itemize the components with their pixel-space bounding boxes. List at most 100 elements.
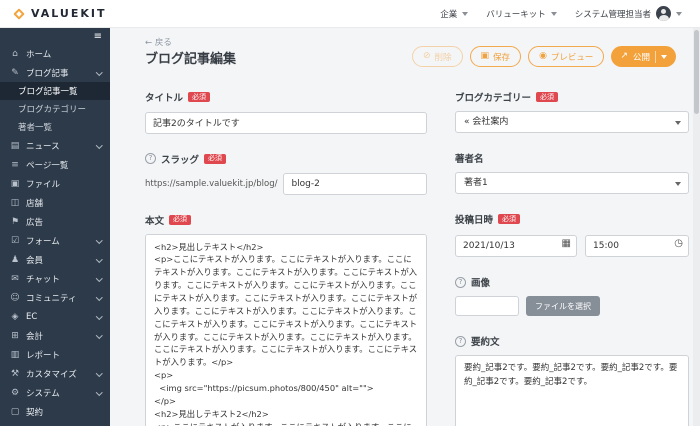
home-icon: ⌂ [9, 49, 21, 59]
sidebar-item-customize[interactable]: ⚒ カスタマイズ [0, 364, 110, 383]
header-menus: 企業 バリューキット システム管理担当者 [440, 6, 700, 21]
body-textarea[interactable]: <h2>見出しテキスト</h2> <p>ここにテキストが入ります。ここにテキスト… [145, 234, 427, 426]
author-select[interactable]: 著者1 [455, 172, 689, 194]
form-icon: ☑ [9, 236, 21, 246]
logo[interactable]: VALUEKIT [0, 7, 106, 20]
sidebar-item-members[interactable]: ♟ 会員 [0, 250, 110, 269]
sidebar-item-label: 広告 [26, 216, 43, 228]
publish-button[interactable]: ↗ 公開 [611, 46, 676, 67]
logo-text: VALUEKIT [31, 7, 106, 20]
preview-label: プレビュー [551, 51, 594, 63]
sidebar-item-blog-category[interactable]: ブログカテゴリー [0, 100, 110, 118]
sidebar-collapse-icon[interactable]: ≡ [94, 32, 102, 42]
chevron-icon [96, 256, 102, 262]
slug-label: スラッグ [161, 152, 199, 166]
product-menu[interactable]: バリューキット [486, 8, 557, 20]
required-badge: 必須 [169, 215, 191, 225]
scrollbar-thumb[interactable] [694, 30, 699, 114]
system-icon: ⚙ [9, 388, 21, 398]
form-right-column: ブログカテゴリー 必須 « 会社案内 著者名 著者1 [455, 90, 689, 426]
category-field: ブログカテゴリー 必須 « 会社案内 [455, 90, 689, 133]
save-icon: ▣ [481, 52, 490, 61]
sidebar-item-blog-list[interactable]: ブログ記事一覧 [0, 82, 110, 100]
company-menu[interactable]: 企業 [440, 8, 468, 20]
sidebar-item-label: コミュニティ [26, 292, 77, 304]
user-menu[interactable]: システム管理担当者 [575, 6, 682, 21]
member-icon: ♟ [9, 255, 21, 265]
delete-button[interactable]: ⊘ 削除 [412, 46, 463, 67]
sidebar-item-label: レポート [26, 349, 60, 361]
pages-icon: ≡ [9, 160, 21, 170]
sidebar-item-label: システム [26, 387, 60, 399]
sidebar-item-label: EC [26, 312, 37, 322]
back-arrow-icon: ← [145, 38, 152, 48]
slug-input[interactable] [283, 173, 427, 195]
help-icon[interactable]: ? [455, 336, 466, 347]
sidebar-item-files[interactable]: ▣ ファイル [0, 174, 110, 193]
sidebar-item-accounting[interactable]: ⊞ 会計 [0, 326, 110, 345]
required-badge: 必須 [536, 92, 558, 102]
sidebar-item-label: ファイル [26, 178, 60, 190]
date-input[interactable] [455, 235, 577, 257]
image-file-input[interactable] [455, 296, 519, 316]
sidebar-item-contract[interactable]: ▢ 契約 [0, 402, 110, 421]
required-badge: 必須 [204, 154, 226, 164]
clock-icon[interactable]: ◷ [674, 237, 683, 251]
file-select-button[interactable]: ファイルを選択 [526, 296, 600, 316]
sidebar: ≡ ⌂ ホーム ✎ ブログ記事 ブログ記事一覧 ブログカテゴリー 著者一覧 ▤ … [0, 28, 110, 426]
title-input[interactable] [145, 112, 427, 134]
sidebar-item-pages[interactable]: ≡ ページ一覧 [0, 155, 110, 174]
page-scrollbar[interactable] [693, 28, 700, 426]
sidebar-item-reports[interactable]: ▥ レポート [0, 345, 110, 364]
save-button[interactable]: ▣ 保存 [470, 46, 522, 67]
summary-label: 要約文 [471, 334, 500, 348]
customize-icon: ⚒ [9, 369, 21, 379]
sidebar-item-label: 契約 [26, 406, 43, 418]
preview-button[interactable]: ◉ プレビュー [528, 46, 604, 67]
title-label: タイトル [145, 90, 183, 104]
chevron-icon [96, 332, 102, 338]
page-title: ブログ記事編集 [145, 48, 236, 67]
category-selected-value: « 会社案内 [464, 117, 508, 127]
publish-dropdown-icon[interactable] [661, 55, 667, 59]
ad-icon: ⚑ [9, 217, 21, 227]
sidebar-item-home[interactable]: ⌂ ホーム [0, 44, 110, 63]
required-badge: 必須 [498, 214, 520, 224]
help-icon[interactable]: ? [145, 153, 156, 164]
preview-icon: ◉ [539, 52, 547, 61]
sidebar-item-label: 会員 [26, 254, 43, 266]
delete-label: 削除 [435, 51, 452, 63]
datetime-field: 投稿日時 必須 ▦ ◷ [455, 212, 689, 257]
sidebar-item-label: 店舗 [26, 197, 43, 209]
top-header: VALUEKIT 企業 バリューキット システム管理担当者 [0, 0, 700, 28]
body-label: 本文 [145, 213, 164, 227]
sidebar-item-author-list[interactable]: 著者一覧 [0, 118, 110, 136]
image-field: ? 画像 ファイルを選択 [455, 275, 689, 316]
summary-textarea[interactable]: 要約_記事2です。要約_記事2です。要約_記事2です。要約_記事2です。要約_記… [455, 355, 689, 426]
sidebar-item-blog[interactable]: ✎ ブログ記事 [0, 63, 110, 82]
author-label: 著者名 [455, 151, 484, 165]
sidebar-item-community[interactable]: ☺ コミュニティ [0, 288, 110, 307]
sidebar-item-chat[interactable]: ✉ チャット [0, 269, 110, 288]
category-label: ブログカテゴリー [455, 90, 531, 104]
chevron-icon [96, 69, 102, 75]
image-label: 画像 [471, 275, 490, 289]
sidebar-item-stores[interactable]: ◫ 店舗 [0, 193, 110, 212]
category-select[interactable]: « 会社案内 [455, 111, 689, 133]
calendar-icon[interactable]: ▦ [562, 237, 571, 251]
product-menu-label: バリューキット [486, 8, 546, 20]
ec-icon: ◈ [9, 312, 21, 322]
contract-icon: ▢ [9, 407, 21, 417]
chevron-down-icon [676, 12, 682, 16]
chevron-icon [96, 275, 102, 281]
sidebar-item-ec[interactable]: ◈ EC [0, 307, 110, 326]
avatar [656, 6, 671, 21]
sidebar-item-forms[interactable]: ☑ フォーム [0, 231, 110, 250]
sidebar-item-label: カスタマイズ [26, 368, 77, 380]
help-icon[interactable]: ? [455, 277, 466, 288]
sidebar-item-news[interactable]: ▤ ニュース [0, 136, 110, 155]
back-link[interactable]: ← 戻る [145, 36, 172, 48]
store-icon: ◫ [9, 198, 21, 208]
sidebar-item-ads[interactable]: ⚑ 広告 [0, 212, 110, 231]
sidebar-item-system[interactable]: ⚙ システム [0, 383, 110, 402]
